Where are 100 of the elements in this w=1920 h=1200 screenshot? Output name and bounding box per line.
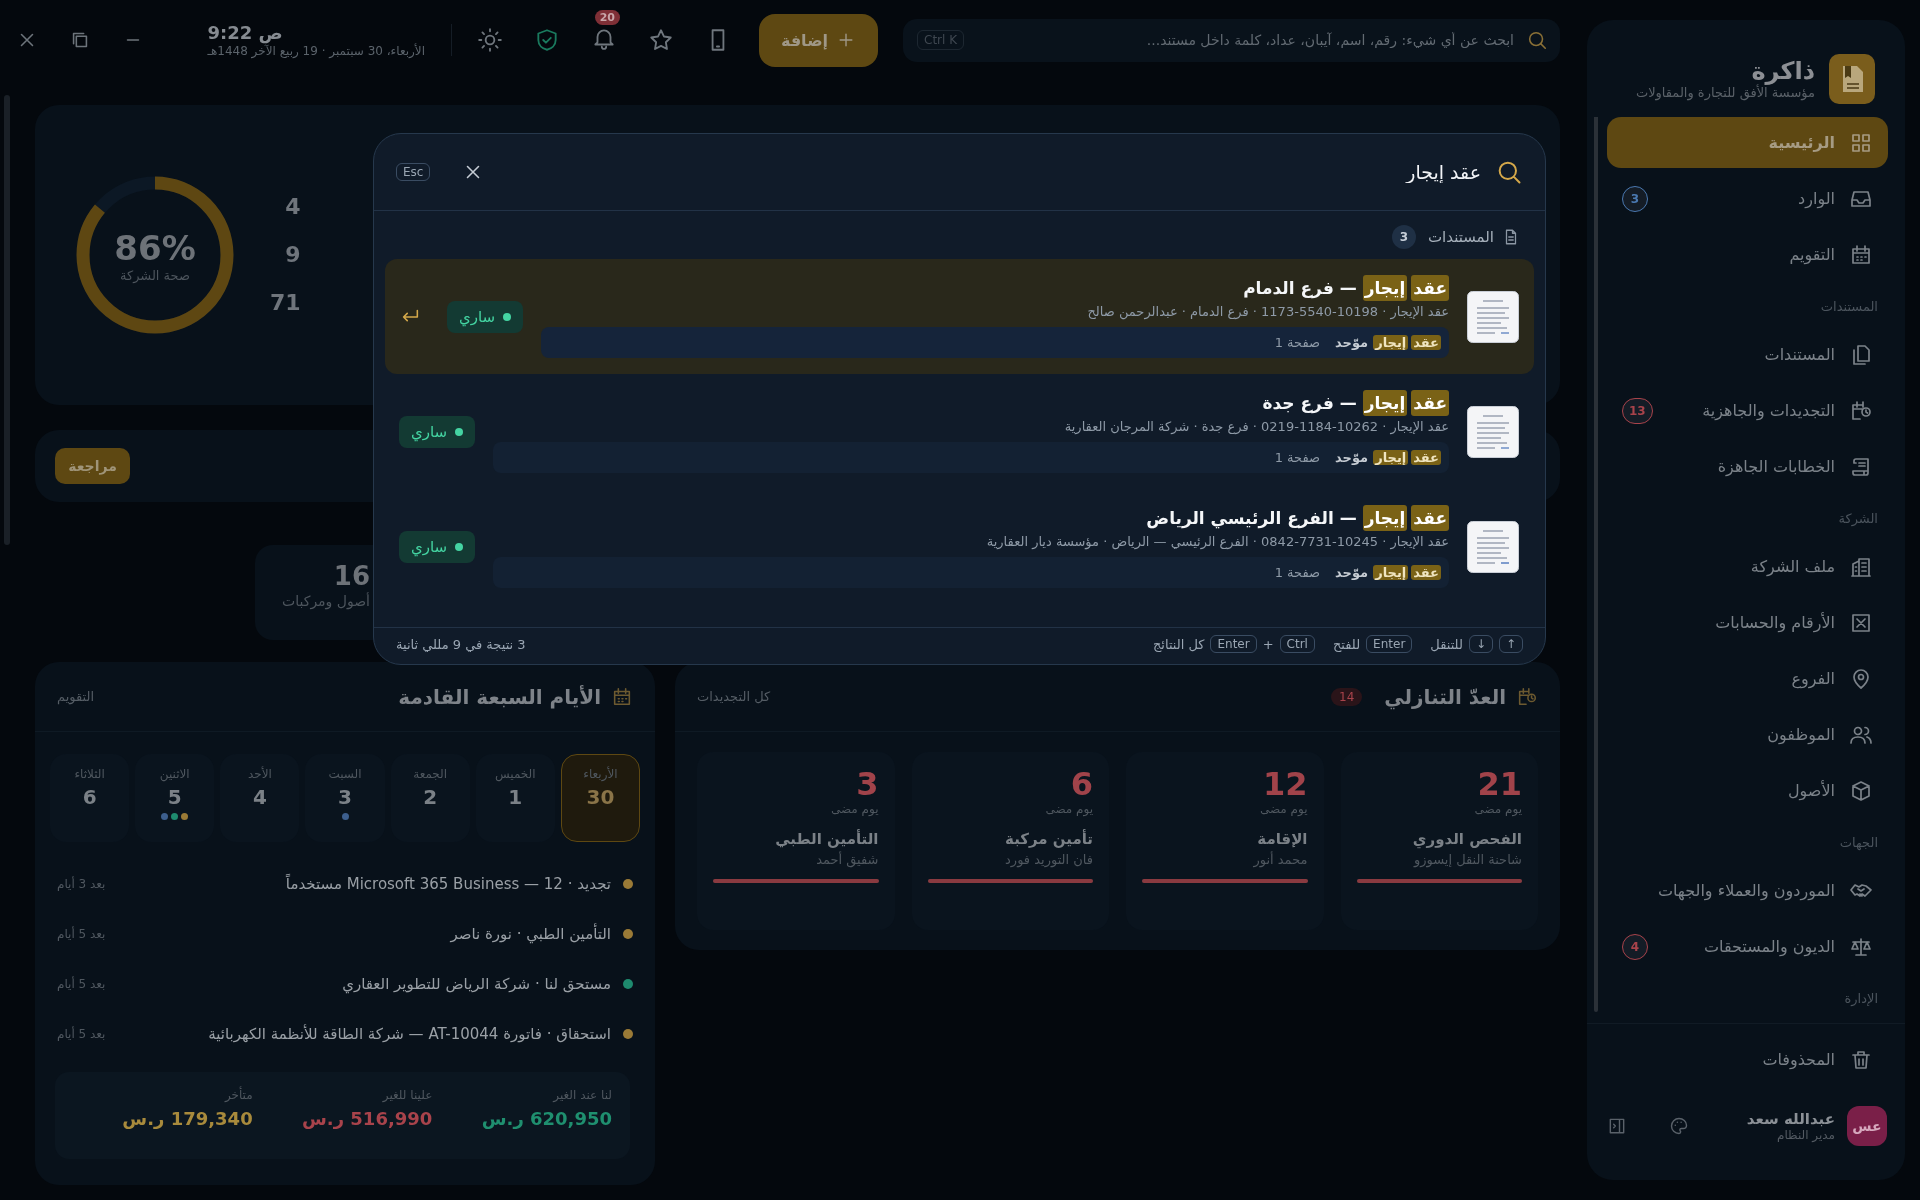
status-badge: ساري	[399, 415, 476, 448]
days-unit: يوم مضى	[829, 802, 879, 816]
days-count: 6	[1069, 766, 1093, 802]
result-title: عقد إيجار — فرع الدمام	[541, 275, 1449, 301]
nav-item[interactable]: ملف الشركة	[1607, 541, 1888, 592]
result-snippet: عقد إيجار موّحد صفحة 1	[493, 442, 1449, 473]
section-label: الإدارة	[1843, 990, 1879, 1008]
document-preview-icon	[1467, 405, 1519, 458]
nav-item[interactable]: الأرقام والحسابات	[1607, 597, 1888, 648]
days-count: 12	[1261, 766, 1308, 802]
nav-item[interactable]: الرئيسية	[1607, 117, 1888, 168]
total-amount: 179,340 ر.س	[121, 1108, 253, 1129]
day-number: 1	[508, 785, 523, 809]
plus-sign: +	[1262, 636, 1274, 652]
event-due: بعد 5 أيام	[57, 1027, 106, 1041]
escape-key: Esc	[396, 163, 431, 181]
section-label: المستندات	[1819, 298, 1879, 316]
result-snippet: عقد إيجار موّحد صفحة 1	[493, 557, 1449, 588]
scrollbar[interactable]	[1594, 117, 1598, 1012]
palette-icon[interactable]	[1669, 1116, 1689, 1136]
keyboard-key: Ctrl	[1279, 635, 1315, 653]
hint-label: كل النتائج	[1152, 636, 1205, 652]
count-badge: 14	[1331, 687, 1363, 706]
day-number: 6	[82, 785, 97, 809]
day-number: 2	[423, 785, 438, 809]
section-label: الشركة	[1837, 510, 1879, 529]
nav-item[interactable]: الموردون والعملاء والجهات	[1607, 865, 1888, 916]
keyboard-key: Enter	[1366, 635, 1413, 653]
days-unit: يوم مضى	[1044, 802, 1093, 816]
search-result[interactable]: عقد إيجار — فرع جدة عقد الإيجار · 10262-1184-0219 · فرع جدة · شركة المرجان العقارية عقد إيجار موّحد صفحة 1 ساري	[385, 374, 1534, 489]
group-title: المستندات	[1428, 228, 1494, 246]
result-details: عقد الإيجار · 10198-5540-1173 · فرع الدمام · عبدالرحمن صالح	[1086, 303, 1449, 322]
stat-value: 4	[284, 193, 301, 221]
health-percent: 86%	[114, 227, 196, 268]
notification-badge: 20	[594, 10, 620, 25]
event-due: بعد 5 أيام	[57, 977, 106, 991]
calendar-icon	[1849, 242, 1873, 267]
item-title: الفحص الدوري	[1411, 830, 1522, 848]
count-badge: 4	[1622, 933, 1648, 960]
total-label: متأخر	[223, 1088, 253, 1102]
result-details: عقد الإيجار · 10245-7731-0842 · الفرع الرئيسي — الرياض · مؤسسة ديار العقارية	[985, 533, 1449, 552]
days-count: 3	[855, 766, 879, 802]
company-name: مؤسسة الأفق للتجارة والمقاولات	[1635, 85, 1815, 100]
search-icon	[1526, 29, 1548, 51]
nav-item[interactable]: الأصول	[1607, 765, 1888, 816]
card-title: العدّ التنازلي	[1384, 684, 1506, 709]
scrollbar[interactable]	[4, 95, 10, 545]
calendar-clock-icon	[1516, 685, 1538, 708]
keyboard-key: ↑	[1498, 635, 1523, 653]
all-renewals-link[interactable]: كل التجديدات	[697, 689, 771, 704]
clock-time: ص 9:22	[207, 22, 284, 44]
search-input[interactable]: عقد إيجار	[496, 160, 1483, 184]
search-result[interactable]: عقد إيجار — فرع الدمام عقد الإيجار · 10198-5540-1173 · فرع الدمام · عبدالرحمن صالح عقد إيجار موّحد صفحة 1 ساري	[385, 259, 1534, 374]
calendar-clock-icon	[1849, 398, 1873, 423]
stat-value: 71	[270, 289, 301, 317]
day-number: 3	[338, 785, 352, 809]
day-name: الجمعة	[413, 767, 448, 781]
day-name: الخميس	[495, 767, 536, 781]
user-name: عبدالله سعد	[1746, 1110, 1835, 1128]
nav-item[interactable]: المحذوفات	[1607, 1034, 1888, 1085]
nav-item[interactable]: الموظفون	[1607, 709, 1888, 760]
app-name: ذاكرة	[1751, 57, 1815, 85]
day-number: 4	[252, 785, 267, 809]
user-role: مدير النظام	[1775, 1128, 1835, 1142]
sidebar-toggle-icon[interactable]	[1607, 1116, 1627, 1136]
result-title: عقد إيجار — فرع جدة	[493, 390, 1449, 416]
days-count: 21	[1476, 766, 1522, 802]
stat-value: 9	[284, 241, 301, 269]
hint-label: للفتح	[1332, 636, 1361, 652]
card-title: الأيام السبعة القادمة	[398, 684, 601, 709]
keyboard-key: ↓	[1468, 635, 1493, 653]
add-button[interactable]: إضافة	[759, 13, 878, 67]
nav-item[interactable]: التقويم	[1607, 229, 1888, 280]
avatar[interactable]: عس	[1847, 1106, 1887, 1146]
event-due: بعد 5 أيام	[57, 927, 106, 941]
item-title: التأمين الطبي	[774, 830, 879, 848]
item-subtitle: شاحنة النقل إيسوزو	[1412, 852, 1522, 867]
event-title[interactable]: مستحق لنا · شركة الرياض للتطوير العقاري	[342, 975, 611, 993]
nav-item[interactable]: الفروع	[1607, 653, 1888, 704]
item-subtitle: شفيق أحمد	[815, 852, 879, 867]
day-number: 5	[167, 785, 182, 809]
nav-item[interactable]: المستندات	[1607, 329, 1888, 380]
days-unit: يوم مضى	[1258, 802, 1308, 816]
event-title[interactable]: تجديد · 12 — Microsoft 365 Business مستخدماً	[285, 875, 611, 893]
event-title[interactable]: استحقاق · فاتورة AT-10044 — شركة الطاقة للأنظمة الكهربائية	[208, 1025, 611, 1043]
nav-item[interactable]: الخطابات الجاهزة	[1607, 441, 1888, 492]
result-details: عقد الإيجار · 10262-1184-0219 · فرع جدة · شركة المرجان العقارية	[1063, 418, 1449, 437]
day-name: الاثنين	[159, 767, 190, 781]
event-title[interactable]: التأمين الطبي · نورة ناصر	[450, 925, 611, 943]
stat-label: أصول ومركبات	[281, 593, 370, 609]
logo-icon	[1829, 53, 1875, 104]
search-result[interactable]: عقد إيجار — الفرع الرئيسي الرياض عقد الإيجار · 10245-7731-0842 · الفرع الرئيسي — الرياض · مؤسسة ديار العقارية عقد إيجار موّحد صفحة 1 ساري	[385, 489, 1534, 604]
total-label: علينا للغير	[381, 1088, 433, 1102]
calendar-link[interactable]: التقويم	[57, 689, 95, 704]
count-badge: 3	[1622, 185, 1648, 212]
calendar-icon	[611, 685, 633, 708]
day-name: الثلاثاء	[74, 767, 105, 781]
count-badge: 3	[1392, 225, 1416, 249]
cube-icon	[1849, 778, 1873, 803]
review-button[interactable]: مراجعة	[55, 448, 130, 484]
